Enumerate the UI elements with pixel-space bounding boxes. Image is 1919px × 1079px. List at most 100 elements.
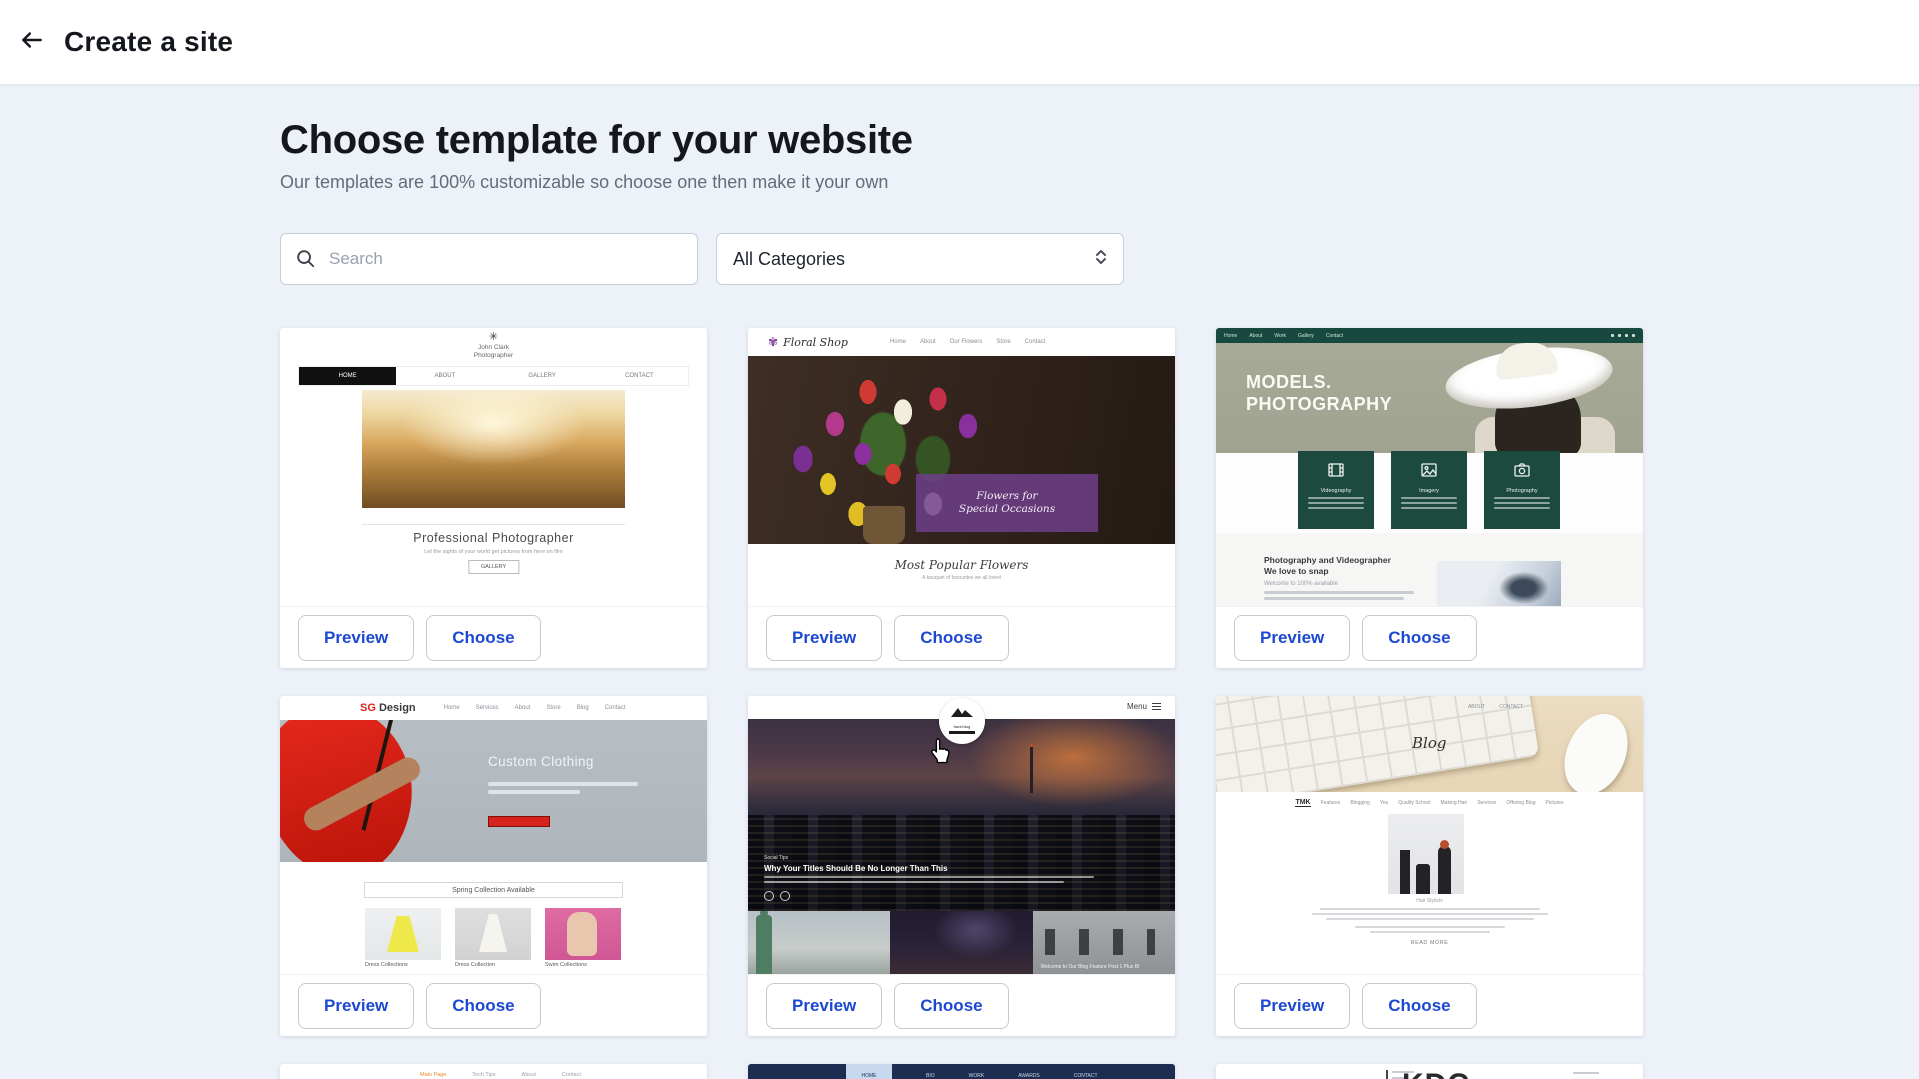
mock-hero-title: MODELS. bbox=[1246, 372, 1332, 392]
mock-hero-image: Custom Clothing bbox=[280, 720, 707, 862]
social-icons bbox=[1611, 334, 1635, 337]
category-select[interactable]: All Categories bbox=[716, 233, 1124, 285]
mock-red-button bbox=[488, 816, 550, 827]
template-grid: ✳ John Clark Photographer HOME ABOUT GAL… bbox=[280, 328, 1643, 1079]
mock-body-title: Photography and Videographer bbox=[1264, 555, 1391, 565]
keyboard-graphic bbox=[1216, 696, 1539, 792]
mock-button: GALLERY bbox=[468, 560, 519, 574]
mock-product-label: Dress Collections bbox=[365, 962, 408, 968]
mock-hero-image: MODELS. PHOTOGRAPHY bbox=[1216, 343, 1643, 453]
mock-thumb-skilift: Welcome to Our Blog Feature Post 1 Plus … bbox=[1033, 911, 1175, 974]
search-box bbox=[280, 233, 698, 285]
mock-logo-line: Photographer bbox=[280, 352, 707, 360]
film-icon bbox=[1327, 466, 1345, 483]
mock-nav: HOME ABOUT GALLERY CONTACT bbox=[298, 366, 689, 386]
template-card-navy-portfolio: HOME BIO WORK AWARDS CONTACT bbox=[748, 1064, 1175, 1079]
content-area: Choose template for your website Our tem… bbox=[0, 84, 1919, 1079]
mock-logo: KDC bbox=[1402, 1068, 1470, 1079]
flower-icon: ✾ bbox=[768, 335, 778, 349]
mock-logo-line: John Clark bbox=[280, 344, 707, 352]
mock-section-subtitle: A bouquet of favourites we all loved bbox=[748, 575, 1175, 581]
mock-product-image bbox=[365, 908, 441, 960]
template-thumbnail-tabbed-site: Main Page Tech Tips About Contact bbox=[280, 1064, 707, 1079]
mock-hero-image bbox=[362, 390, 625, 508]
choose-button[interactable]: Choose bbox=[1362, 983, 1476, 1029]
choose-button[interactable]: Choose bbox=[894, 983, 1008, 1029]
mock-hero-image: Social Tips Why Your Titles Should Be No… bbox=[748, 719, 1175, 911]
mock-hero-title: PHOTOGRAPHY bbox=[1246, 394, 1392, 414]
hamburger-icon bbox=[1152, 701, 1161, 712]
choose-button[interactable]: Choose bbox=[426, 615, 540, 661]
image-icon bbox=[1420, 466, 1438, 483]
preview-button[interactable]: Preview bbox=[1234, 983, 1350, 1029]
mock-hero-image: ABOUTCONTACT Blog bbox=[1216, 696, 1643, 792]
template-card-floral-shop: ✾ Floral Shop Home About Our Flowers Sto… bbox=[748, 328, 1175, 668]
preview-button[interactable]: Preview bbox=[766, 983, 882, 1029]
mock-post-title: Why Your Titles Should Be No Longer Than… bbox=[764, 864, 1094, 873]
mock-nav: Home About Work Gallery Contact bbox=[1216, 328, 1643, 343]
mock-body-image bbox=[1437, 561, 1561, 606]
mock-product-image bbox=[455, 908, 531, 960]
mouse-graphic bbox=[1552, 704, 1639, 792]
chevron-up-down-icon bbox=[1093, 247, 1109, 272]
mock-tabs: Main Page Tech Tips About Contact bbox=[420, 1072, 581, 1078]
mock-feature-card: Imagery bbox=[1391, 451, 1467, 529]
preview-button[interactable]: Preview bbox=[766, 615, 882, 661]
template-thumbnail-desk-blog: ABOUTCONTACT Blog TMK Features Blogging … bbox=[1216, 696, 1643, 974]
mock-product-image bbox=[545, 908, 621, 960]
mock-post-tag: Social Tips bbox=[764, 855, 1094, 861]
mock-tagline: Let the sights of your world get picture… bbox=[280, 549, 707, 555]
shutter-icon: ✳ bbox=[280, 331, 707, 344]
preview-button[interactable]: Preview bbox=[1234, 615, 1350, 661]
template-card-sg-design: SG Design Home Services About Store Blog… bbox=[280, 696, 707, 1036]
template-card-tabbed-site: Main Page Tech Tips About Contact bbox=[280, 1064, 707, 1079]
mock-banner: Spring Collection Available bbox=[364, 882, 623, 898]
mock-thumb-nightsky bbox=[890, 911, 1032, 974]
template-thumbnail-sg-design: SG Design Home Services About Store Blog… bbox=[280, 696, 707, 974]
template-thumbnail-models-photography: Home About Work Gallery Contact MODELS bbox=[1216, 328, 1643, 606]
mock-feature-card: Photography bbox=[1484, 451, 1560, 529]
back-button[interactable] bbox=[10, 20, 54, 64]
mock-nav: HOME BIO WORK AWARDS CONTACT bbox=[748, 1064, 1175, 1079]
mock-product-label: Swim Collections bbox=[545, 962, 587, 968]
template-card-photographer: ✳ John Clark Photographer HOME ABOUT GAL… bbox=[280, 328, 707, 668]
mock-nav: TMK Features Blogging You Quality School… bbox=[1216, 792, 1643, 814]
mock-nav: Home About Our Flowers Store Contact bbox=[890, 339, 1045, 345]
mock-script-logo: Blog bbox=[1412, 734, 1446, 752]
mock-overlay-box: Flowers for Special Occasions bbox=[916, 474, 1098, 532]
template-thumbnail-kdc-site: KDC bbox=[1216, 1064, 1643, 1079]
template-card-desk-blog: ABOUTCONTACT Blog TMK Features Blogging … bbox=[1216, 696, 1643, 1036]
mock-nav: Home Services About Store Blog Contact bbox=[444, 705, 626, 711]
carousel-arrows bbox=[764, 891, 790, 901]
filter-controls: All Categories bbox=[280, 233, 1643, 285]
choose-button[interactable]: Choose bbox=[894, 615, 1008, 661]
mock-logo: SG Design bbox=[360, 702, 416, 714]
mock-title: Professional Photographer bbox=[280, 531, 707, 545]
mock-caption: Hair Stylists bbox=[1216, 898, 1643, 904]
page-title: Create a site bbox=[64, 26, 233, 58]
template-thumbnail-photographer: ✳ John Clark Photographer HOME ABOUT GAL… bbox=[280, 328, 707, 606]
template-thumbnail-travel-blog: Menu travel blog Social Tips bbox=[748, 696, 1175, 974]
mock-product-label: Dress Collection bbox=[455, 962, 495, 968]
choose-button[interactable]: Choose bbox=[1362, 615, 1476, 661]
mock-feature-card: Videography bbox=[1298, 451, 1374, 529]
top-bar: Create a site bbox=[0, 0, 1919, 84]
mock-logo: Floral Shop bbox=[783, 336, 848, 349]
arrow-left-icon bbox=[19, 27, 45, 58]
section-subheading: Our templates are 100% customizable so c… bbox=[280, 172, 1643, 193]
search-input[interactable] bbox=[280, 233, 698, 285]
search-icon bbox=[295, 248, 316, 274]
section-heading: Choose template for your website bbox=[280, 118, 1643, 163]
preview-button[interactable]: Preview bbox=[298, 983, 414, 1029]
preview-button[interactable]: Preview bbox=[298, 615, 414, 661]
mock-thumb-statue bbox=[748, 911, 890, 974]
mock-menu: Menu bbox=[1127, 701, 1161, 712]
template-thumbnail-navy-portfolio: HOME BIO WORK AWARDS CONTACT bbox=[748, 1064, 1175, 1079]
template-card-models-photography: Home About Work Gallery Contact MODELS bbox=[1216, 328, 1643, 668]
choose-button[interactable]: Choose bbox=[426, 983, 540, 1029]
mock-thumb-caption: Welcome to Our Blog Feature Post 1 Plus … bbox=[1041, 964, 1140, 970]
mock-body-image bbox=[1388, 814, 1464, 894]
template-card-kdc-site: KDC bbox=[1216, 1064, 1643, 1079]
camera-icon bbox=[1513, 466, 1531, 483]
mock-hero-image: Flowers for Special Occasions bbox=[748, 356, 1175, 544]
